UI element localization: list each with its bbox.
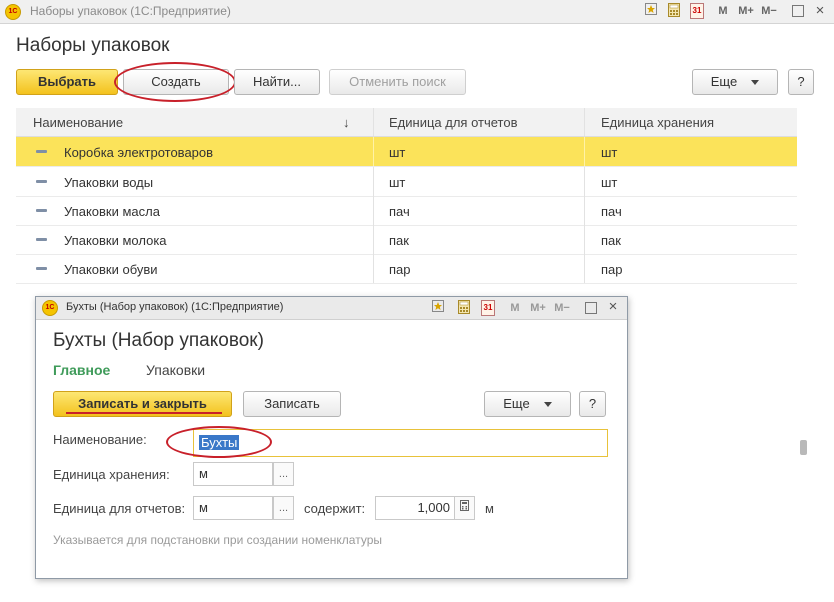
row-name: Упаковки обуви xyxy=(64,262,158,277)
dialog-titlebar: 1С Бухты (Набор упаковок) (1С:Предприяти… xyxy=(36,297,627,320)
favorite-icon[interactable] xyxy=(431,300,445,316)
column-divider xyxy=(584,196,585,225)
report-unit-select-button[interactable]: ... xyxy=(273,496,294,520)
close-icon[interactable]: × xyxy=(606,299,620,315)
annotation-circle xyxy=(114,62,236,102)
table-row[interactable]: Упаковки масла пач пач xyxy=(16,196,797,226)
memory-plus-button[interactable]: M+ xyxy=(737,3,755,19)
column-divider xyxy=(584,225,585,254)
more-label: Еще xyxy=(710,74,738,89)
calculator-icon[interactable] xyxy=(667,3,681,19)
row-report-unit: пар xyxy=(389,262,411,277)
more-button[interactable]: Еще xyxy=(692,69,778,95)
column-header-name[interactable]: Наименование xyxy=(33,115,123,130)
chevron-down-icon xyxy=(543,402,552,408)
annotation-underline xyxy=(66,412,222,414)
window-titlebar: 1С Наборы упаковок (1С:Предприятие) 31 M… xyxy=(0,0,834,24)
item-icon xyxy=(36,209,47,212)
calendar-icon[interactable]: 31 xyxy=(481,300,495,316)
calculator-icon[interactable] xyxy=(457,300,471,316)
table-row[interactable]: Упаковки воды шт шт xyxy=(16,167,797,197)
memory-plus-button[interactable]: M+ xyxy=(529,300,547,316)
storage-unit-label: Единица хранения: xyxy=(53,467,170,482)
maximize-icon[interactable] xyxy=(585,302,597,314)
row-report-unit: шт xyxy=(389,175,406,190)
column-divider xyxy=(373,167,374,196)
chevron-down-icon xyxy=(751,80,760,86)
item-icon xyxy=(36,150,47,153)
item-icon xyxy=(36,238,47,241)
table-header: Наименование ↓ Единица для отчетов Едини… xyxy=(16,108,797,137)
row-name: Коробка электротоваров xyxy=(64,145,214,160)
row-report-unit: пак xyxy=(389,233,409,248)
row-storage-unit: пар xyxy=(601,262,623,277)
app-logo-icon: 1С xyxy=(42,300,58,316)
window-title: Наборы упаковок (1С:Предприятие) xyxy=(30,4,231,18)
cancel-search-button[interactable]: Отменить поиск xyxy=(329,69,466,95)
more-button[interactable]: Еще xyxy=(484,391,571,417)
row-name: Упаковки воды xyxy=(64,175,154,190)
close-icon[interactable]: × xyxy=(813,3,827,19)
row-storage-unit: пак xyxy=(601,233,621,248)
select-button[interactable]: Выбрать xyxy=(16,69,118,95)
row-name: Упаковки молока xyxy=(64,233,167,248)
help-button[interactable]: ? xyxy=(579,391,606,417)
storage-unit-select-button[interactable]: ... xyxy=(273,462,294,486)
column-header-storage-unit[interactable]: Единица хранения xyxy=(601,115,714,130)
row-storage-unit: шт xyxy=(601,175,618,190)
row-name: Упаковки масла xyxy=(64,204,160,219)
table-row[interactable]: Коробка электротоваров шт шт xyxy=(16,137,797,167)
item-icon xyxy=(36,267,47,270)
column-divider xyxy=(373,225,374,254)
tab-main[interactable]: Главное xyxy=(53,362,110,378)
storage-unit-input[interactable]: м xyxy=(193,462,273,486)
column-divider xyxy=(373,137,374,166)
memory-minus-button[interactable]: M− xyxy=(760,3,778,19)
row-storage-unit: пач xyxy=(601,204,622,219)
help-button[interactable]: ? xyxy=(788,69,814,95)
column-divider xyxy=(584,167,585,196)
memory-m-button[interactable]: M xyxy=(716,3,730,19)
favorite-icon[interactable] xyxy=(644,3,658,19)
column-divider xyxy=(373,108,374,136)
row-storage-unit: шт xyxy=(601,145,618,160)
column-divider xyxy=(584,108,585,136)
column-divider xyxy=(584,137,585,166)
page-title: Наборы упаковок xyxy=(16,35,170,56)
dialog-body: Бухты (Набор упаковок) Главное Упаковки … xyxy=(36,320,627,578)
scrollbar-thumb[interactable] xyxy=(800,440,807,455)
name-label: Наименование: xyxy=(53,432,147,447)
contains-label: содержит: xyxy=(304,501,366,516)
contains-unit: м xyxy=(485,501,494,516)
more-label: Еще xyxy=(503,396,530,411)
annotation-circle xyxy=(166,426,272,458)
table-row[interactable]: Упаковки обуви пар пар xyxy=(16,254,797,284)
report-unit-label: Единица для отчетов: xyxy=(53,501,186,516)
calculator-icon xyxy=(460,500,469,511)
tab-packages[interactable]: Упаковки xyxy=(146,362,205,378)
memory-minus-button[interactable]: M− xyxy=(553,300,571,316)
table-row[interactable]: Упаковки молока пак пак xyxy=(16,225,797,255)
calendar-icon[interactable]: 31 xyxy=(690,3,704,19)
column-divider xyxy=(584,254,585,283)
dialog-window-title: Бухты (Набор упаковок) (1С:Предприятие) xyxy=(66,301,284,313)
item-icon xyxy=(36,180,47,183)
memory-m-button[interactable]: M xyxy=(508,300,522,316)
row-report-unit: шт xyxy=(389,145,406,160)
hint-text: Указывается для подстановки при создании… xyxy=(53,533,382,547)
report-unit-input[interactable]: м xyxy=(193,496,273,520)
calculator-button[interactable] xyxy=(454,496,475,520)
contains-input[interactable]: 1,000 xyxy=(375,496,455,520)
sort-indicator-icon: ↓ xyxy=(343,115,350,130)
column-divider xyxy=(373,254,374,283)
column-divider xyxy=(373,196,374,225)
dialog-heading: Бухты (Набор упаковок) xyxy=(53,330,264,351)
column-header-report-unit[interactable]: Единица для отчетов xyxy=(389,115,517,130)
app-logo-icon: 1С xyxy=(5,4,21,20)
maximize-icon[interactable] xyxy=(792,5,804,17)
find-button[interactable]: Найти... xyxy=(234,69,320,95)
save-button[interactable]: Записать xyxy=(243,391,341,417)
record-dialog: 1С Бухты (Набор упаковок) (1С:Предприяти… xyxy=(35,296,628,579)
row-report-unit: пач xyxy=(389,204,410,219)
